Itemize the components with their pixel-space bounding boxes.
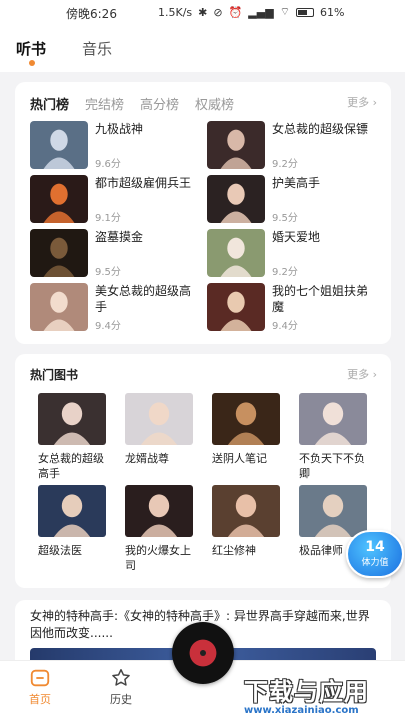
- ranking-item-score: 9.1分: [95, 213, 121, 224]
- ranking-more-label: 更多: [347, 96, 370, 109]
- nav-history[interactable]: 历史: [101, 667, 141, 707]
- ranking-more-button[interactable]: 更多 ›: [347, 94, 377, 110]
- ranking-item-score: 9.5分: [95, 267, 121, 278]
- tab-finished-ranking[interactable]: 完结榜: [85, 94, 124, 113]
- ranking-item[interactable]: 婚天爱地 9.2分: [207, 229, 377, 279]
- book-title: 红尘修神: [212, 544, 256, 557]
- ranking-item-score: 9.4分: [272, 321, 298, 332]
- ranking-item[interactable]: 九极战神 9.6分: [30, 121, 200, 171]
- book-cover-image: [125, 485, 193, 537]
- hot-books-title: 热门图书: [30, 368, 79, 382]
- signal-icon: ▂▄▆: [248, 5, 274, 19]
- tab-authority-ranking[interactable]: 权威榜: [195, 94, 234, 113]
- ranking-item[interactable]: 我的七个姐姐扶弟魔 9.4分: [207, 283, 377, 333]
- ranking-item[interactable]: 护美高手 9.5分: [207, 175, 377, 225]
- book-cover-image: [299, 393, 367, 445]
- book-item[interactable]: 我的火爆女上司: [125, 485, 195, 573]
- book-cover-image: [207, 175, 265, 223]
- book-cover-image: [30, 283, 88, 331]
- home-icon: [30, 669, 50, 687]
- book-title: 龙婿战尊: [125, 452, 169, 465]
- nav-home-label: 首页: [29, 693, 51, 706]
- wifi-icon: ⌔: [279, 5, 291, 18]
- book-cover-image: [207, 283, 265, 331]
- ranking-item-title: 美女总裁的超级高手: [95, 284, 192, 314]
- mute-icon: ⊘: [213, 5, 223, 19]
- tab-high-score-ranking[interactable]: 高分榜: [140, 94, 179, 113]
- status-bar: 傍晚6:26 1.5K/s ✱ ⊘ ⏰ ▂▄▆ ⌔ 61%: [0, 0, 405, 24]
- ranking-item-title: 九极战神: [95, 122, 144, 136]
- ranking-card: 热门榜 完结榜 高分榜 权威榜 更多 › 九极战神 9.6分 女总裁的超级保镖 9.2…: [15, 82, 391, 344]
- watermark-url: www.xiazainiao.com: [244, 705, 359, 716]
- stamina-value: 14: [365, 539, 385, 555]
- book-cover-image: [299, 485, 367, 537]
- ranking-item-title: 我的七个姐姐扶弟魔: [272, 284, 369, 314]
- book-cover-image: [212, 485, 280, 537]
- chevron-right-icon: ›: [372, 368, 377, 381]
- ranking-item-score: 9.6分: [95, 159, 121, 170]
- book-item[interactable]: 女总裁的超级高手: [38, 393, 108, 481]
- book-cover-image: [207, 229, 265, 277]
- watermark-title: 下载与应用: [244, 678, 369, 706]
- star-icon: [112, 669, 130, 686]
- ranking-item-score: 9.2分: [272, 159, 298, 170]
- battery-icon: [296, 7, 315, 17]
- book-cover-image: [38, 393, 106, 445]
- battery-level: 61%: [320, 5, 345, 19]
- book-title: 超级法医: [38, 544, 82, 557]
- hot-books-more-button[interactable]: 更多 ›: [347, 366, 377, 382]
- ranking-item-title: 盗墓摸金: [95, 230, 144, 244]
- book-title: 不负天下不负卿: [299, 452, 365, 480]
- book-item[interactable]: 红尘修神: [212, 485, 282, 558]
- site-watermark: 下载与应用 www.xiazainiao.com: [244, 672, 402, 718]
- book-title: 我的火爆女上司: [125, 544, 191, 572]
- hot-books-card: 热门图书 更多 › 女总裁的超级高手 龙婿战尊 送阴人笔记 不负天下不负卿超级法医 我的…: [15, 354, 391, 588]
- bluetooth-icon: ✱: [198, 5, 208, 19]
- stamina-label: 体力值: [361, 558, 389, 568]
- book-cover-image: [30, 175, 88, 223]
- book-item[interactable]: 龙婿战尊: [125, 393, 195, 466]
- book-item[interactable]: 不负天下不负卿: [299, 393, 369, 481]
- nav-history-label: 历史: [110, 693, 132, 706]
- book-cover-image: [30, 121, 88, 169]
- book-cover-image: [125, 393, 193, 445]
- ranking-item-title: 都市超级雇佣兵王: [95, 176, 192, 190]
- ranking-item[interactable]: 盗墓摸金 9.5分: [30, 229, 200, 279]
- ranking-item-title: 女总裁的超级保镖: [272, 122, 369, 136]
- ranking-item-title: 婚天爱地: [272, 230, 321, 244]
- ranking-item[interactable]: 美女总裁的超级高手 9.4分: [30, 283, 200, 333]
- hot-books-more-label: 更多: [347, 368, 370, 381]
- book-item[interactable]: 送阴人笔记: [212, 393, 282, 466]
- book-cover-image: [38, 485, 106, 537]
- top-tab-bar: 听书 音乐: [0, 24, 405, 72]
- tab-audiobooks[interactable]: 听书: [16, 38, 46, 59]
- book-cover-image: [207, 121, 265, 169]
- book-cover-image: [30, 229, 88, 277]
- book-title: 女总裁的超级高手: [38, 452, 104, 480]
- status-time: 傍晚6:26: [66, 7, 117, 21]
- book-item[interactable]: 超级法医: [38, 485, 108, 558]
- chevron-right-icon: ›: [372, 96, 377, 109]
- ranking-item-score: 9.4分: [95, 321, 121, 332]
- now-playing-record-button[interactable]: [172, 622, 234, 684]
- status-icons: 1.5K/s ✱ ⊘ ⏰ ▂▄▆ ⌔ 61%: [158, 5, 344, 19]
- tab-music[interactable]: 音乐: [82, 38, 112, 59]
- ranking-item[interactable]: 都市超级雇佣兵王 9.1分: [30, 175, 200, 225]
- book-title: 送阴人笔记: [212, 452, 267, 465]
- active-tab-indicator: [29, 60, 35, 66]
- ranking-tabs: 热门榜 完结榜 高分榜 权威榜: [30, 94, 234, 113]
- nav-home[interactable]: 首页: [20, 667, 60, 707]
- ranking-item-score: 9.2分: [272, 267, 298, 278]
- network-speed: 1.5K/s: [158, 5, 193, 19]
- stamina-badge[interactable]: 14 体力值: [346, 530, 404, 578]
- tab-hot-ranking[interactable]: 热门榜: [30, 94, 69, 113]
- alarm-icon: ⏰: [228, 5, 243, 19]
- ranking-item-score: 9.5分: [272, 213, 298, 224]
- ranking-item[interactable]: 女总裁的超级保镖 9.2分: [207, 121, 377, 171]
- ranking-item-title: 护美高手: [272, 176, 321, 190]
- book-cover-image: [212, 393, 280, 445]
